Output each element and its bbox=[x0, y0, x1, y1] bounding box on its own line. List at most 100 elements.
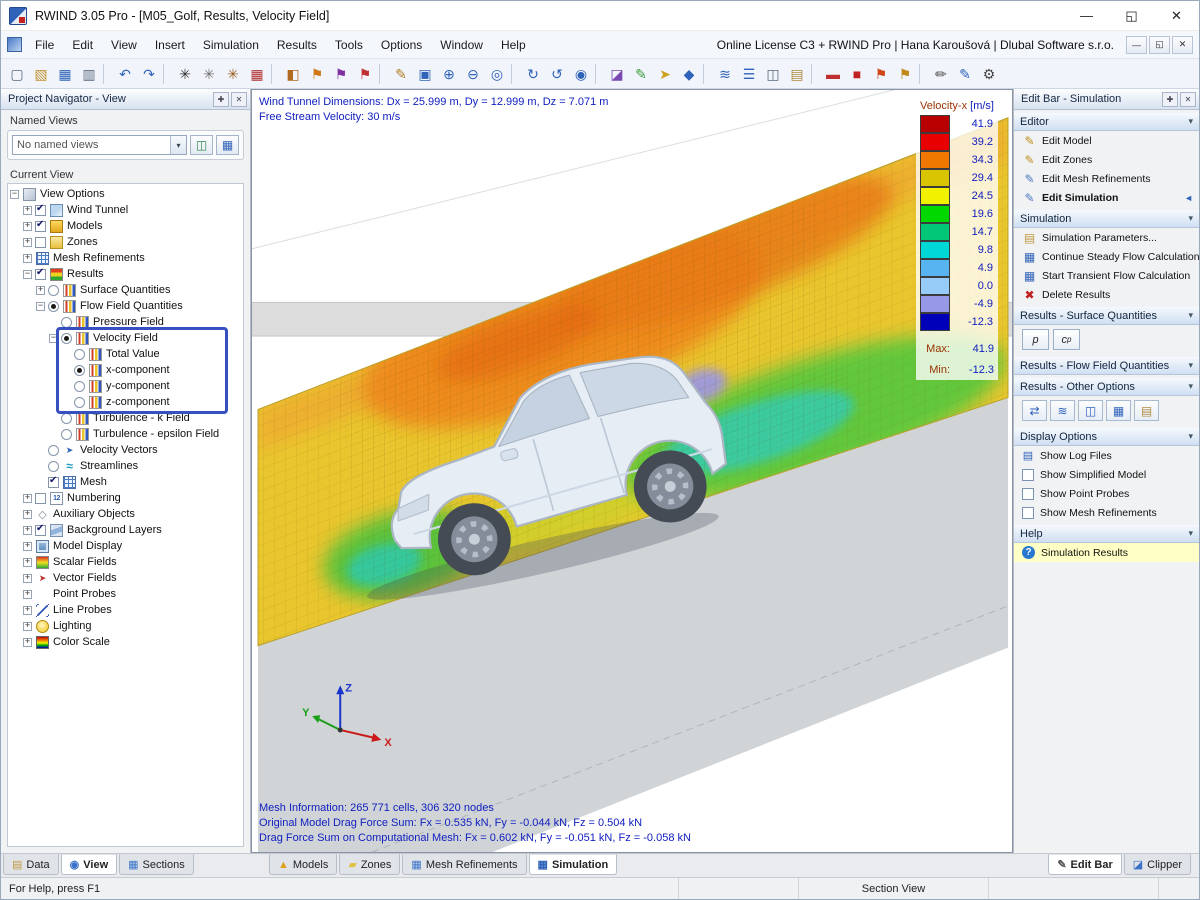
toolbar-button[interactable] bbox=[919, 63, 926, 84]
toolbar-button[interactable]: ▣ bbox=[413, 62, 437, 86]
toolbar-button[interactable]: ▬ bbox=[821, 62, 845, 86]
menu-item[interactable]: View bbox=[102, 33, 146, 57]
display-option[interactable]: Show Mesh Refinements bbox=[1014, 503, 1199, 522]
tree-expander-icon[interactable] bbox=[23, 621, 32, 631]
toolbar-button[interactable]: ✳ bbox=[197, 62, 221, 86]
tree-item[interactable]: Mesh bbox=[8, 474, 243, 490]
tree-item[interactable]: Pressure Field bbox=[8, 314, 243, 330]
workspace-tab[interactable]: ▦ Simulation bbox=[528, 854, 618, 875]
toolbar-button[interactable]: ▦ bbox=[53, 62, 77, 86]
toolbar-button[interactable]: ⚑ bbox=[353, 62, 377, 86]
tree-expander-icon[interactable] bbox=[23, 205, 32, 215]
menu-item[interactable]: Insert bbox=[146, 33, 194, 57]
toolbar-button[interactable] bbox=[811, 63, 818, 84]
tree-expander-icon[interactable] bbox=[49, 333, 58, 343]
tree-item[interactable]: View Options bbox=[8, 186, 243, 202]
toolbar-button[interactable]: ≋ bbox=[713, 62, 737, 86]
tree-toggle[interactable] bbox=[35, 523, 46, 536]
workspace-tab[interactable]: ▲ Models bbox=[269, 854, 338, 875]
edit-bar-item[interactable]: ✖ Delete Results bbox=[1014, 285, 1199, 304]
tree-item[interactable]: Total Value bbox=[8, 346, 243, 362]
toolbar-button[interactable]: ◧ bbox=[281, 62, 305, 86]
toolbar-button[interactable]: ✎ bbox=[629, 62, 653, 86]
named-views-tool-button[interactable]: ▦ bbox=[216, 135, 239, 155]
restore-icon[interactable]: ◱ bbox=[1109, 1, 1154, 30]
tree-item[interactable]: Scalar Fields bbox=[8, 554, 243, 570]
display-option-checkbox[interactable]: ▤ bbox=[1022, 450, 1034, 462]
workspace-tab[interactable]: ▰ Zones bbox=[339, 854, 401, 875]
menu-item[interactable]: Simulation bbox=[194, 33, 268, 57]
toolbar-button[interactable]: ◉ bbox=[569, 62, 593, 86]
toolbar-button[interactable]: ▢ bbox=[5, 62, 29, 86]
section-other-options-header[interactable]: Results - Other Options ▾ bbox=[1014, 377, 1199, 396]
toolbar-button[interactable]: ▦ bbox=[245, 62, 269, 86]
tree-expander-icon[interactable] bbox=[23, 253, 32, 263]
tree-toggle[interactable] bbox=[61, 316, 72, 328]
section-flow-field-header[interactable]: Results - Flow Field Quantities ▾ bbox=[1014, 356, 1199, 375]
menu-item[interactable]: Tools bbox=[326, 33, 372, 57]
tree-toggle[interactable] bbox=[61, 428, 72, 440]
tree-expander-icon[interactable] bbox=[10, 189, 19, 199]
workspace-tab[interactable]: ▦ Mesh Refinements bbox=[402, 854, 527, 875]
section-surface-quantities-header[interactable]: Results - Surface Quantities ▾ bbox=[1014, 306, 1199, 325]
chevron-down-icon[interactable]: ▾ bbox=[170, 136, 186, 154]
tree-toggle[interactable] bbox=[74, 364, 85, 376]
edit-bar-item[interactable]: ✎ Edit Model bbox=[1014, 131, 1199, 150]
tree-toggle[interactable] bbox=[35, 219, 46, 232]
tree-item[interactable]: y-component bbox=[8, 378, 243, 394]
toolbar-button[interactable]: ■ bbox=[845, 62, 869, 86]
result-option-button[interactable]: ≋ bbox=[1050, 400, 1075, 421]
section-simulation-header[interactable]: Simulation ▾ bbox=[1014, 209, 1199, 228]
menu-item[interactable]: Edit bbox=[63, 33, 102, 57]
toolbar-button[interactable]: ⊕ bbox=[437, 62, 461, 86]
tree-item[interactable]: Streamlines bbox=[8, 458, 243, 474]
close-icon[interactable]: ✕ bbox=[1180, 91, 1196, 107]
tree-toggle[interactable] bbox=[35, 236, 46, 248]
tree-toggle[interactable] bbox=[61, 412, 72, 424]
toolbar-button[interactable] bbox=[103, 63, 110, 84]
tree-toggle[interactable] bbox=[48, 475, 59, 488]
tree-toggle[interactable] bbox=[61, 332, 72, 344]
mdi-minimize-icon[interactable]: — bbox=[1126, 35, 1147, 54]
named-views-tool-button[interactable]: ◫ bbox=[190, 135, 213, 155]
result-option-button[interactable]: ⇄ bbox=[1022, 400, 1047, 421]
toolbar-button[interactable]: ⚑ bbox=[329, 62, 353, 86]
section-help-header[interactable]: Help ▾ bbox=[1014, 524, 1199, 543]
tree-item[interactable]: Velocity Field bbox=[8, 330, 243, 346]
result-option-button[interactable]: ▤ bbox=[1134, 400, 1159, 421]
help-simulation-results[interactable]: ? Simulation Results bbox=[1014, 543, 1199, 562]
tree-item[interactable]: Line Probes bbox=[8, 602, 243, 618]
toolbar-button[interactable]: ✏ bbox=[929, 62, 953, 86]
tool-panel-tab[interactable]: ◪ Clipper bbox=[1123, 854, 1191, 875]
tree-expander-icon[interactable] bbox=[23, 557, 32, 567]
named-views-combobox[interactable]: No named views ▾ bbox=[12, 135, 187, 155]
toolbar-button[interactable]: ⚑ bbox=[869, 62, 893, 86]
tree-item[interactable]: Numbering bbox=[8, 490, 243, 506]
toolbar-button[interactable]: ▤ bbox=[785, 62, 809, 86]
tree-toggle[interactable] bbox=[74, 396, 85, 408]
toolbar-button[interactable]: ⊖ bbox=[461, 62, 485, 86]
toolbar-button[interactable] bbox=[595, 63, 602, 84]
tree-item[interactable]: Turbulence - epsilon Field bbox=[8, 426, 243, 442]
toolbar-button[interactable]: ↻ bbox=[521, 62, 545, 86]
pressure-coefficient-button[interactable]: cp bbox=[1053, 329, 1080, 350]
edit-bar-item[interactable]: ▦ Start Transient Flow Calculation bbox=[1014, 266, 1199, 285]
toolbar-button[interactable] bbox=[511, 63, 518, 84]
toolbar-button[interactable] bbox=[703, 63, 710, 84]
toolbar-button[interactable]: ➤ bbox=[653, 62, 677, 86]
display-option-checkbox[interactable] bbox=[1022, 506, 1034, 519]
display-option[interactable]: ▤ Show Log Files bbox=[1014, 446, 1199, 465]
result-option-button[interactable]: ◫ bbox=[1078, 400, 1103, 421]
menu-item[interactable]: Help bbox=[492, 33, 535, 57]
viewport-3d[interactable]: Z X Y Wind Tunnel Dimensions: Dx = 25.99… bbox=[251, 89, 1013, 853]
tree-item[interactable]: Vector Fields bbox=[8, 570, 243, 586]
tree-item[interactable]: Point Probes bbox=[8, 586, 243, 602]
tree-item[interactable]: x-component bbox=[8, 362, 243, 378]
toolbar-button[interactable]: ↺ bbox=[545, 62, 569, 86]
close-icon[interactable]: ✕ bbox=[231, 91, 247, 107]
tree-item[interactable]: z-component bbox=[8, 394, 243, 410]
tree-item[interactable]: Model Display bbox=[8, 538, 243, 554]
tree-expander-icon[interactable] bbox=[23, 637, 32, 647]
tree-expander-icon[interactable] bbox=[23, 541, 32, 551]
tree-item[interactable]: Auxiliary Objects bbox=[8, 506, 243, 522]
